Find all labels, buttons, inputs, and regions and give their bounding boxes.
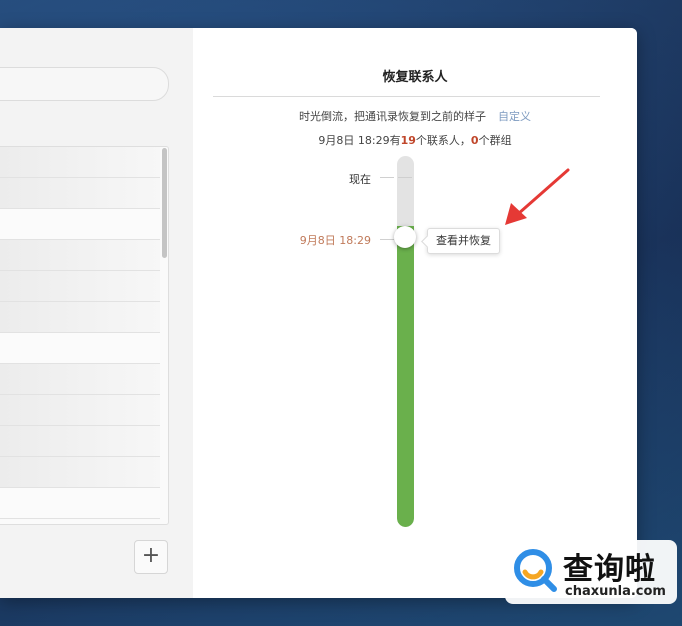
watermark-cn-text: 查询啦	[563, 552, 656, 587]
watermark: 查询啦 chaxunla.com	[505, 540, 677, 604]
magnifier-logo-icon	[514, 549, 557, 592]
watermark-en-text: chaxunla.com	[565, 584, 666, 599]
annotation-arrow-icon	[505, 168, 570, 225]
